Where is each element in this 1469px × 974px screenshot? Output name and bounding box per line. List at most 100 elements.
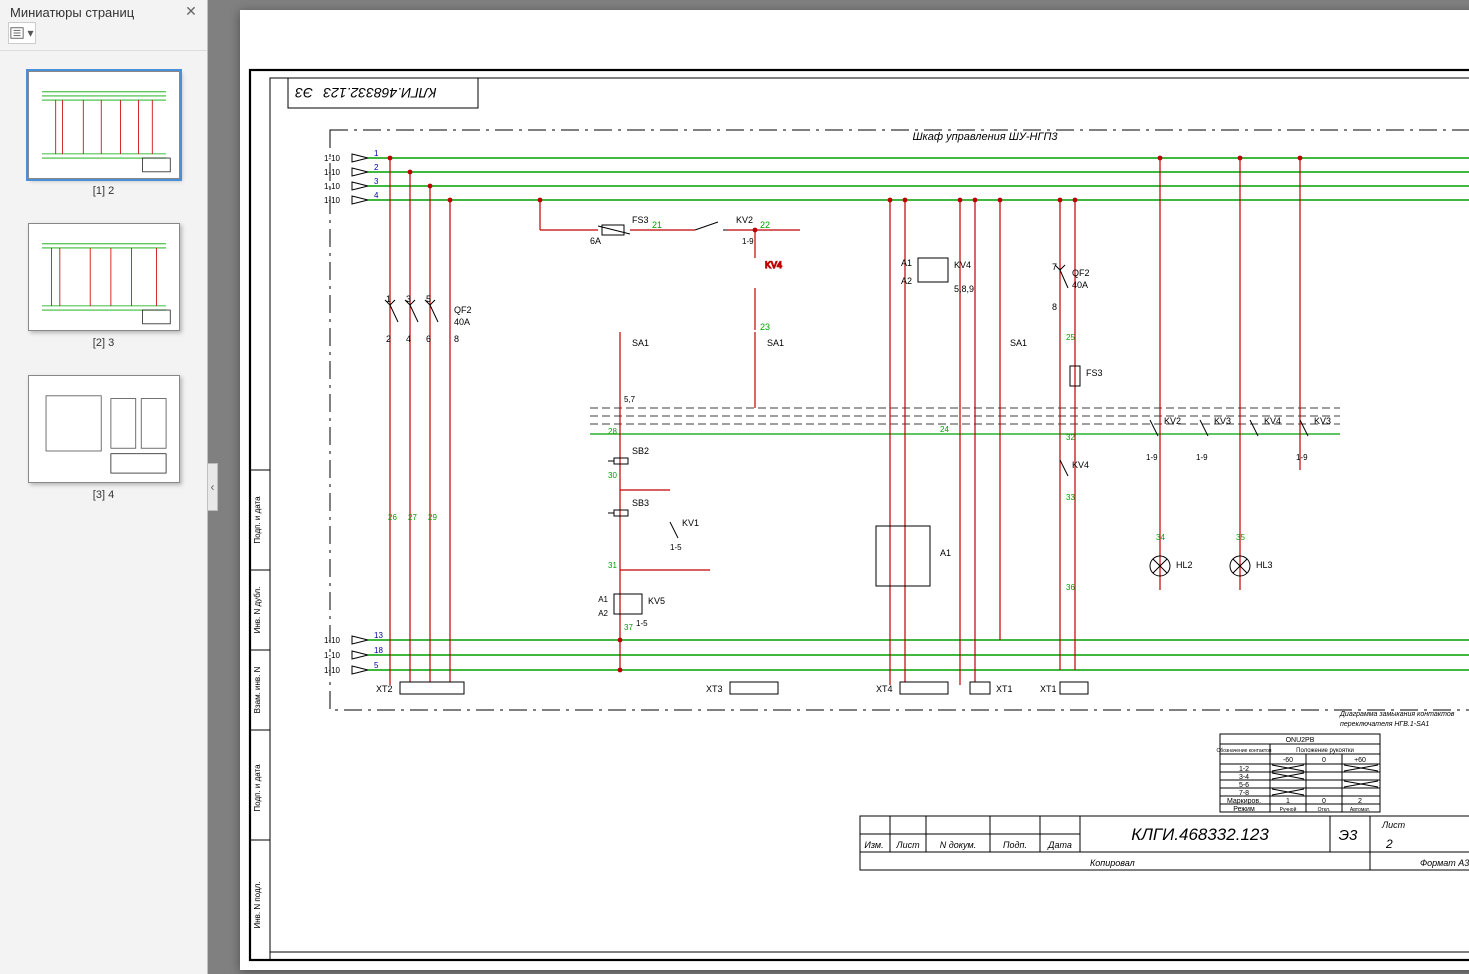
svg-text:40A: 40A [454, 317, 470, 327]
svg-text:KV2: KV2 [736, 215, 753, 225]
svg-text:1-9: 1-9 [742, 237, 754, 246]
svg-text:-60: -60 [1283, 757, 1293, 764]
svg-text:Подп.: Подп. [1003, 840, 1027, 850]
svg-text:KV4: KV4 [954, 260, 971, 270]
svg-text:Лист: Лист [895, 840, 920, 850]
svg-text:Режим: Режим [1233, 806, 1255, 813]
svg-text:Автомат.: Автомат. [1350, 807, 1370, 813]
thumbnail-1[interactable]: [1] 2 [14, 71, 193, 197]
svg-text:QF2: QF2 [1072, 268, 1090, 278]
svg-text:28: 28 [608, 427, 617, 436]
svg-text:5: 5 [426, 294, 431, 304]
chevron-down-icon: ▾ [27, 26, 33, 40]
svg-text:Лист: Лист [1381, 820, 1406, 830]
svg-text:4: 4 [374, 191, 379, 200]
svg-text:1-9: 1-9 [1146, 453, 1158, 462]
svg-text:2: 2 [1385, 837, 1393, 851]
thumbnails-list[interactable]: [1] 2 [2] 3 [3] 4 [0, 51, 207, 974]
thumbnail-2[interactable]: [2] 3 [14, 223, 193, 349]
svg-text:1-10: 1-10 [324, 168, 341, 177]
svg-text:A1: A1 [598, 595, 608, 604]
svg-text:KV1: KV1 [682, 518, 699, 528]
svg-text:1-9: 1-9 [1196, 453, 1208, 462]
svg-text:22: 22 [760, 220, 770, 230]
svg-text:XT3: XT3 [706, 684, 723, 694]
svg-text:0: 0 [1322, 757, 1326, 764]
svg-text:7-8: 7-8 [1239, 790, 1249, 797]
thumbnails-toolbar: ▾ [0, 20, 207, 51]
svg-text:Взам. инв. N: Взам. инв. N [253, 666, 262, 713]
svg-text:3-4: 3-4 [1239, 774, 1249, 781]
svg-text:1-10: 1-10 [324, 666, 341, 675]
svg-text:33: 33 [1066, 493, 1075, 502]
svg-text:5: 5 [374, 661, 379, 670]
thumbnails-options-button[interactable]: ▾ [8, 22, 36, 44]
collapse-sidebar-handle[interactable] [208, 463, 218, 511]
close-icon[interactable]: ✕ [183, 4, 199, 20]
svg-text:KV4: KV4 [1072, 460, 1089, 470]
thumbnail-3[interactable]: [3] 4 [14, 375, 193, 501]
svg-text:N докум.: N докум. [940, 840, 976, 850]
svg-text:Инв. N подл.: Инв. N подл. [253, 881, 262, 928]
thumbnails-header: Миниатюры страниц ✕ [0, 0, 207, 20]
svg-text:37: 37 [624, 623, 633, 632]
svg-text:7: 7 [1052, 262, 1057, 272]
thumbnails-panel: Миниатюры страниц ✕ ▾ [1] 2 [0, 0, 208, 974]
document-viewport[interactable]: КЛГИ.468332.123 Э3 Шкаф управления ШУ-НГ… [208, 0, 1469, 974]
svg-text:A2: A2 [901, 276, 912, 286]
svg-text:30: 30 [608, 471, 617, 480]
svg-text:2: 2 [386, 334, 391, 344]
svg-text:18: 18 [374, 646, 383, 655]
svg-text:Дата: Дата [1047, 840, 1072, 850]
svg-text:1: 1 [386, 294, 391, 304]
svg-text:Шкаф управления ШУ-НГП3: Шкаф управления ШУ-НГП3 [912, 131, 1058, 143]
svg-text:SA1: SA1 [1010, 338, 1027, 348]
svg-text:24: 24 [940, 425, 949, 434]
svg-text:13: 13 [374, 631, 383, 640]
svg-text:KV4: KV4 [765, 260, 782, 270]
svg-text:1-10: 1-10 [324, 196, 341, 205]
svg-text:2: 2 [374, 163, 379, 172]
svg-text:ONU2PB: ONU2PB [1286, 737, 1315, 744]
svg-text:XT1: XT1 [996, 684, 1013, 694]
thumbnail-preview [28, 375, 180, 483]
svg-text:KV3: KV3 [1314, 416, 1331, 426]
thumbnail-preview [28, 71, 180, 179]
svg-text:QF2: QF2 [454, 305, 472, 315]
svg-text:36: 36 [1066, 583, 1075, 592]
svg-text:26: 26 [388, 513, 397, 522]
svg-text:A2: A2 [598, 609, 608, 618]
svg-text:31: 31 [608, 561, 617, 570]
svg-text:A1: A1 [901, 258, 912, 268]
svg-text:1-2: 1-2 [1239, 766, 1249, 773]
svg-text:SB2: SB2 [632, 446, 649, 456]
svg-text:27: 27 [408, 513, 417, 522]
svg-text:A1: A1 [940, 548, 951, 558]
svg-text:HL3: HL3 [1256, 560, 1273, 570]
svg-text:KV3: KV3 [1214, 416, 1231, 426]
svg-text:XT2: XT2 [376, 684, 393, 694]
svg-text:23: 23 [760, 322, 770, 332]
drawing-sheet: КЛГИ.468332.123 Э3 Шкаф управления ШУ-НГ… [240, 10, 1469, 970]
svg-text:SA1: SA1 [767, 338, 784, 348]
svg-text:5,8,9: 5,8,9 [954, 284, 974, 294]
thumbnail-label: [2] 3 [14, 337, 193, 349]
svg-text:Подп. и дата: Подп. и дата [253, 764, 262, 812]
svg-text:1-5: 1-5 [670, 543, 682, 552]
svg-text:2: 2 [1358, 798, 1362, 805]
svg-text:Э3: Э3 [1339, 827, 1358, 844]
thumbnail-label: [3] 4 [14, 489, 193, 501]
svg-text:5,7: 5,7 [624, 395, 636, 404]
svg-text:переключателя НГВ.1-SA1: переключателя НГВ.1-SA1 [1340, 721, 1429, 728]
svg-text:1-5: 1-5 [636, 619, 648, 628]
svg-text:8: 8 [1052, 302, 1057, 312]
svg-text:Изм.: Изм. [864, 840, 883, 850]
svg-text:21: 21 [652, 220, 662, 230]
svg-text:Откл.: Откл. [1318, 807, 1331, 813]
svg-text:5-6: 5-6 [1239, 782, 1249, 789]
svg-text:FS3: FS3 [1086, 368, 1103, 378]
svg-text:KV4: KV4 [1264, 416, 1281, 426]
svg-text:Положение рукоятки: Положение рукоятки [1296, 748, 1354, 754]
svg-text:FS3: FS3 [632, 215, 649, 225]
svg-text:1: 1 [1286, 798, 1290, 805]
